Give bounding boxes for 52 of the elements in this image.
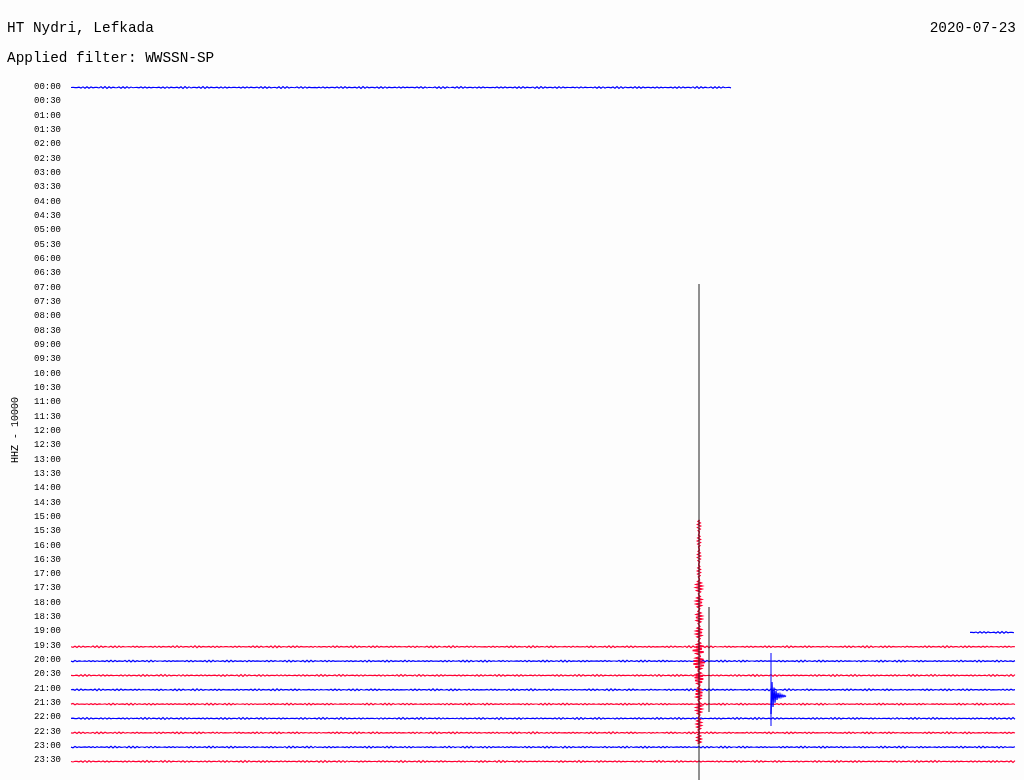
time-label: 07:30 bbox=[34, 295, 62, 309]
time-label: 15:00 bbox=[34, 510, 62, 524]
time-label: 19:00 bbox=[34, 625, 62, 639]
time-label: 05:30 bbox=[34, 238, 62, 252]
time-label: 21:00 bbox=[34, 682, 62, 696]
time-label: 17:00 bbox=[34, 568, 62, 582]
time-label: 04:00 bbox=[34, 195, 62, 209]
time-label: 00:00 bbox=[34, 81, 62, 94]
time-label: 08:00 bbox=[34, 310, 62, 324]
time-label: 11:00 bbox=[34, 396, 62, 410]
time-label: 13:30 bbox=[34, 467, 62, 481]
time-label: 23:00 bbox=[34, 740, 62, 754]
time-label: 01:00 bbox=[34, 109, 62, 123]
axis-label: HHZ - 10000 bbox=[9, 397, 21, 463]
time-label: 19:30 bbox=[34, 639, 62, 653]
filter-label: Applied filter: WWSSN-SP bbox=[7, 50, 215, 68]
time-label: 06:00 bbox=[34, 252, 62, 266]
time-label: 02:00 bbox=[34, 138, 62, 152]
time-label: 10:30 bbox=[34, 381, 62, 395]
time-label: 06:30 bbox=[34, 267, 62, 281]
time-label: 10:00 bbox=[34, 367, 62, 381]
time-label: 03:30 bbox=[34, 181, 62, 195]
time-label: 17:30 bbox=[34, 582, 62, 596]
time-label: 18:00 bbox=[34, 596, 62, 610]
time-label: 18:30 bbox=[34, 611, 62, 625]
time-label: 07:00 bbox=[34, 281, 62, 295]
date-label: 2020-07-23 bbox=[929, 20, 1016, 38]
time-label: 04:30 bbox=[34, 209, 62, 223]
time-label: 11:30 bbox=[34, 410, 62, 424]
time-label: 12:00 bbox=[34, 424, 62, 438]
time-label: 14:30 bbox=[34, 496, 62, 510]
time-label: 00:30 bbox=[34, 95, 62, 109]
time-label: 22:00 bbox=[34, 711, 62, 725]
time-label: 01:30 bbox=[34, 124, 62, 137]
time-label: 03:00 bbox=[34, 166, 62, 180]
time-label: 20:00 bbox=[34, 654, 62, 668]
time-label: 09:00 bbox=[34, 338, 62, 352]
time-label: 15:30 bbox=[34, 525, 62, 539]
time-label: 05:00 bbox=[34, 224, 62, 238]
time-label: 22:30 bbox=[34, 725, 62, 739]
time-label: 16:00 bbox=[34, 539, 62, 553]
time-label: 02:30 bbox=[34, 152, 62, 166]
time-label: 08:30 bbox=[34, 324, 62, 338]
time-label: 23:30 bbox=[34, 754, 62, 768]
time-label: 13:00 bbox=[34, 453, 62, 467]
time-label: 14:00 bbox=[34, 482, 62, 496]
time-label: 09:30 bbox=[34, 353, 62, 367]
time-label: 16:30 bbox=[34, 553, 62, 567]
time-label: 12:30 bbox=[34, 439, 62, 453]
time-label: 21:30 bbox=[34, 697, 62, 711]
station-title: HT Nydri, Lefkada bbox=[7, 20, 154, 38]
time-label: 20:30 bbox=[34, 668, 62, 682]
